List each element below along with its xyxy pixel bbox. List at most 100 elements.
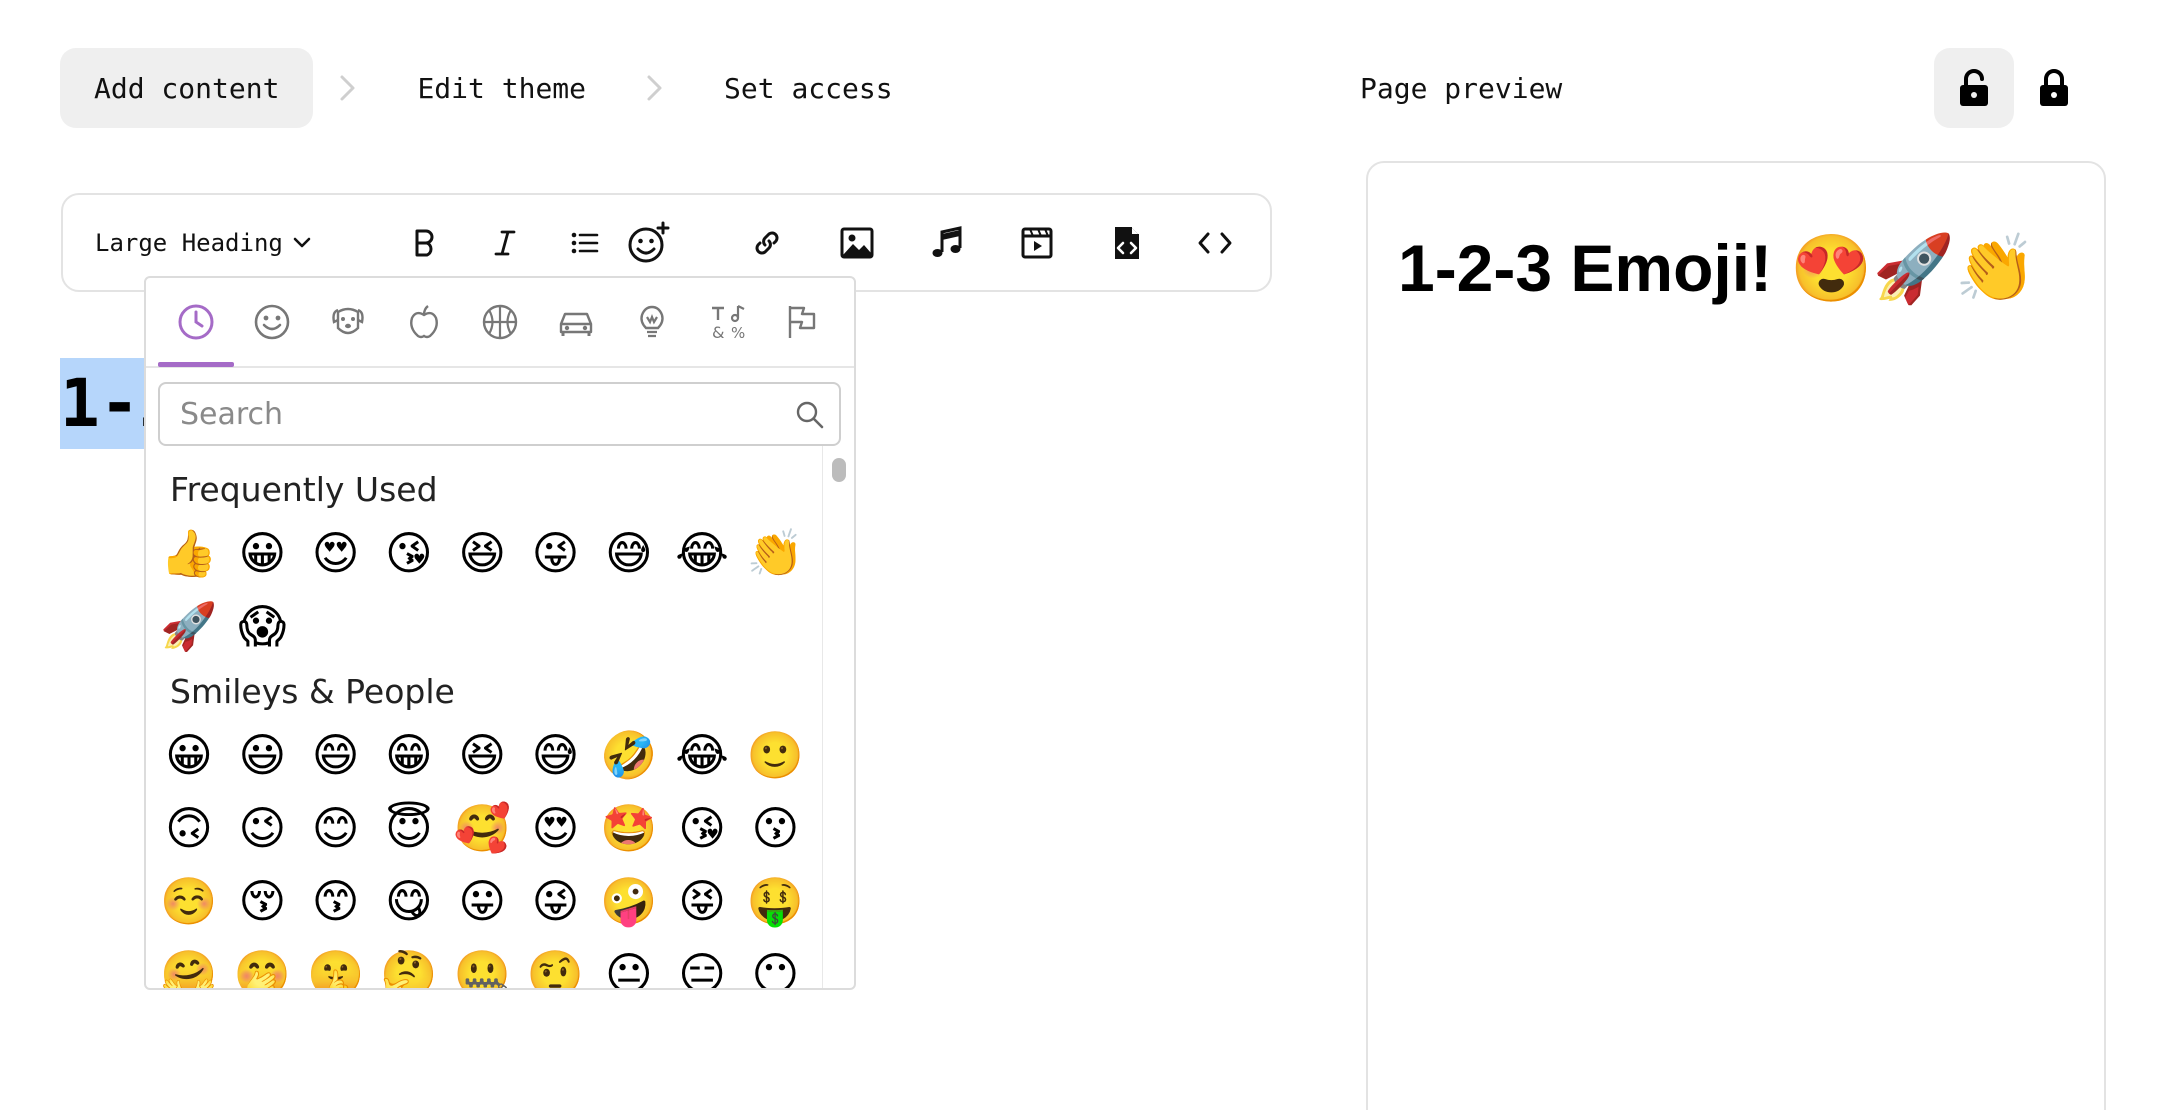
emoji-item[interactable]: 🤭 [231,943,293,988]
emoji-item[interactable]: 😂 [671,522,733,584]
emoji-item[interactable]: 😅 [525,724,587,786]
emoji-search-input[interactable] [180,384,760,444]
file-embed-button[interactable] [1099,217,1155,269]
emoji-item[interactable]: 😱 [231,595,293,657]
code-icon [1198,232,1232,254]
preview-heading: 1-2-3 Emoji! 😍🚀👏 [1398,231,2037,305]
emoji-item[interactable]: 😀 [231,522,293,584]
section-smileys-people: Smileys & People [170,672,455,711]
emoji-item[interactable]: 😃 [231,724,293,786]
image-button[interactable] [829,217,885,269]
emoji-item[interactable]: 😛 [451,870,513,932]
link-button[interactable] [739,217,795,269]
flags-icon [788,306,816,338]
emoji-picker: &% Frequently Used 👍😀😍😘😆😜😅😂👏🚀😱 Smileys &… [144,276,856,990]
tab-food[interactable] [386,296,462,348]
emoji-item[interactable]: 🤗 [158,943,220,988]
image-icon [840,227,874,259]
italic-button[interactable] [477,217,533,269]
page-preview-panel: 1-2-3 Emoji! 😍🚀👏 [1366,161,2106,1110]
lock-icon [2040,69,2068,106]
tab-flags[interactable] [766,296,842,348]
emoji-item[interactable]: 😊 [305,797,367,859]
lock-button[interactable] [2014,48,2094,128]
emoji-item[interactable]: 😋 [378,870,440,932]
tab-recent[interactable] [158,296,234,348]
emoji-list: Frequently Used 👍 😀 😍 😘 😆 😜 😅 😂 👏 🚀 😱 Smileys & Pe… [146,450,826,988]
unlock-button[interactable] [1934,48,2014,128]
step-edit-theme[interactable]: Edit theme [383,48,620,128]
emoji-item[interactable]: 😘 [378,522,440,584]
bold-button[interactable] [397,217,453,269]
code-button[interactable] [1187,217,1243,269]
emoji-item[interactable]: 👍 [158,522,220,584]
emoji-item[interactable]: 😆 [451,522,513,584]
svg-text:&: & [712,323,724,342]
add-emoji-icon [628,221,670,263]
emoji-item[interactable]: 😍 [305,522,367,584]
emoji-item[interactable]: 🤣 [598,724,660,786]
tab-travel[interactable] [538,296,614,348]
emoji-item[interactable]: 😝 [671,870,733,932]
wizard-steps: Add content Edit theme Set access [60,48,927,128]
chevron-right-icon [313,73,383,103]
emoji-button[interactable] [621,217,677,269]
audio-button[interactable] [919,217,975,269]
basketball-icon [482,304,518,340]
emoji-item[interactable]: 😘 [671,797,733,859]
emoji-item[interactable]: 😗 [744,797,806,859]
emoji-item[interactable]: 😆 [451,724,513,786]
symbols-icon: &% [712,305,745,342]
chevron-right-icon [620,73,690,103]
emoji-item[interactable]: 🙂 [744,724,806,786]
page-preview-label: Page preview [1360,71,1563,105]
video-button[interactable] [1009,217,1065,269]
tab-objects[interactable] [614,296,690,348]
music-note-icon [932,226,962,257]
emoji-item[interactable]: 🙃 [158,797,220,859]
unlock-icon [1960,69,1988,106]
clock-icon [178,304,214,340]
step-set-access[interactable]: Set access [690,48,927,128]
emoji-item[interactable]: 🚀 [158,595,220,657]
emoji-item[interactable]: 😚 [231,870,293,932]
emoji-item[interactable]: 🤫 [305,943,367,988]
emoji-item[interactable]: 😇 [378,797,440,859]
section-frequently-used: Frequently Used [170,470,438,509]
emoji-item[interactable]: 😙 [305,870,367,932]
emoji-item[interactable]: 😑 [671,943,733,988]
smiley-icon [254,304,290,340]
emoji-item[interactable]: 😜 [525,870,587,932]
emoji-item[interactable]: 🤐 [451,943,513,988]
heading-style-label: Large Heading [95,228,283,257]
bullet-list-button[interactable] [557,217,613,269]
emoji-item[interactable]: 🤪 [598,870,660,932]
chevron-down-icon [293,237,311,247]
emoji-item[interactable]: 👏 [744,522,806,584]
emoji-item[interactable]: 😅 [598,522,660,584]
emoji-item[interactable]: 😜 [525,522,587,584]
emoji-item[interactable]: 😁 [378,724,440,786]
tab-smileys[interactable] [234,296,310,348]
emoji-item[interactable]: ☺️ [158,870,220,932]
emoji-item[interactable]: 😶 [744,943,806,988]
active-tab-indicator [158,362,234,367]
emoji-scrollbar[interactable] [822,446,854,988]
tab-activity[interactable] [462,296,538,348]
emoji-item[interactable]: 🤔 [378,943,440,988]
link-icon [755,231,779,255]
step-add-content[interactable]: Add content [60,48,314,128]
emoji-item[interactable]: 🤩 [598,797,660,859]
emoji-item[interactable]: 🥰 [451,797,513,859]
tab-symbols[interactable]: &% [690,296,766,348]
scrollbar-thumb[interactable] [832,458,846,482]
tab-animals[interactable] [310,296,386,348]
emoji-item[interactable]: 😄 [305,724,367,786]
emoji-item[interactable]: 🤑 [744,870,806,932]
emoji-item[interactable]: 😉 [231,797,293,859]
emoji-item[interactable]: 🤨 [525,943,587,988]
emoji-item[interactable]: 😂 [671,724,733,786]
emoji-item[interactable]: 😍 [525,797,587,859]
emoji-item[interactable]: 😀 [158,724,220,786]
emoji-item[interactable]: 😐 [598,943,660,988]
